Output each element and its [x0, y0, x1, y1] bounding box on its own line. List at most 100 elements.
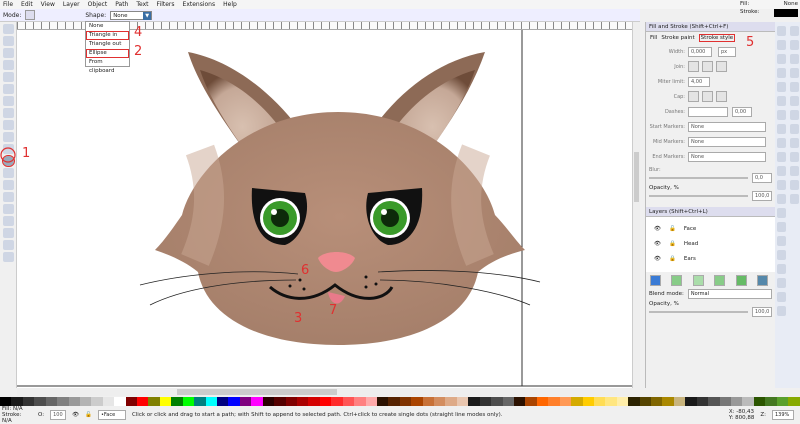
zoom-input[interactable]: 139%: [772, 409, 794, 420]
vertical-scrollbar[interactable]: [632, 22, 640, 388]
color-swatch[interactable]: [434, 397, 446, 406]
miter-input[interactable]: 4,00: [688, 76, 710, 87]
color-swatch[interactable]: [616, 397, 629, 406]
raise-layer-button[interactable]: [692, 275, 704, 286]
color-swatch[interactable]: [719, 397, 731, 406]
snap-midpoint-button[interactable]: [790, 124, 799, 134]
spray-tool[interactable]: [3, 192, 14, 202]
stroke-swatch[interactable]: [774, 9, 798, 17]
gradient-tool[interactable]: [3, 228, 14, 238]
menu-text[interactable]: Text: [136, 1, 148, 8]
spiro-mode-button[interactable]: [39, 10, 49, 20]
color-swatch[interactable]: [182, 397, 195, 406]
opacity-input[interactable]: 100,0: [752, 191, 772, 201]
zoom-selection-button[interactable]: [777, 180, 786, 190]
snap-intersections-button[interactable]: [790, 82, 799, 92]
shape-option-from-clipboard[interactable]: From clipboard: [86, 58, 129, 74]
color-swatch[interactable]: [79, 397, 92, 406]
pen-tool[interactable]: [2, 155, 15, 167]
lock-icon[interactable]: 🔒: [669, 256, 676, 262]
zoom-drawing-button[interactable]: [777, 194, 786, 204]
color-swatch[interactable]: [205, 397, 218, 406]
color-swatch[interactable]: [571, 397, 583, 406]
lock-icon[interactable]: 🔓: [85, 412, 92, 418]
color-swatch[interactable]: [628, 397, 640, 406]
menu-path[interactable]: Path: [115, 1, 128, 8]
fill-stroke-button[interactable]: [777, 264, 786, 274]
color-swatch[interactable]: [582, 397, 594, 406]
snap-cusp-button[interactable]: [790, 96, 799, 106]
width-input[interactable]: 0,000: [688, 46, 712, 57]
rect-tool[interactable]: [3, 84, 14, 94]
snap-guide-button[interactable]: [790, 194, 799, 204]
text-font-button[interactable]: [777, 278, 786, 288]
color-swatch[interactable]: [34, 397, 46, 406]
spiral-tool[interactable]: [3, 132, 14, 142]
paraxial-mode-button[interactable]: [67, 10, 77, 20]
shape-option-triangle-in[interactable]: Triangle in: [86, 31, 129, 40]
color-swatch[interactable]: [388, 397, 400, 406]
color-swatch[interactable]: [525, 397, 537, 406]
tab-stroke-paint[interactable]: Stroke paint: [661, 35, 694, 41]
color-swatch[interactable]: [742, 397, 754, 406]
lock-icon[interactable]: 🔒: [669, 241, 676, 247]
color-swatch[interactable]: [651, 397, 663, 406]
color-swatch[interactable]: [639, 397, 652, 406]
color-swatch[interactable]: [593, 397, 606, 406]
status-opacity-input[interactable]: 100: [50, 409, 67, 420]
color-swatch[interactable]: [662, 397, 674, 406]
menu-filters[interactable]: Filters: [157, 1, 175, 8]
color-swatch[interactable]: [468, 397, 480, 406]
end-markers-select[interactable]: None: [688, 151, 766, 162]
color-swatch[interactable]: [217, 397, 229, 406]
eye-icon[interactable]: 👁: [72, 412, 79, 418]
color-swatch[interactable]: [251, 397, 263, 406]
snap-grid-button[interactable]: [790, 180, 799, 190]
color-swatch[interactable]: [753, 397, 766, 406]
color-swatch[interactable]: [159, 397, 172, 406]
color-swatch[interactable]: [788, 397, 800, 406]
bucket-tool[interactable]: [3, 216, 14, 226]
layer-opacity-slider[interactable]: [649, 311, 748, 313]
lower-to-bottom-button[interactable]: [735, 275, 747, 286]
horizontal-scrollbar[interactable]: [17, 388, 640, 396]
eraser-tool[interactable]: [3, 204, 14, 214]
color-swatch[interactable]: [274, 397, 286, 406]
color-swatch[interactable]: [548, 397, 560, 406]
raise-to-top-button[interactable]: [671, 275, 683, 286]
color-swatch[interactable]: [411, 397, 423, 406]
color-swatch[interactable]: [148, 397, 160, 406]
color-swatch[interactable]: [422, 397, 435, 406]
measure-tool[interactable]: [3, 72, 14, 82]
color-swatch[interactable]: [456, 397, 469, 406]
redo-button[interactable]: [777, 124, 786, 134]
color-swatch[interactable]: [262, 397, 275, 406]
shape-option-ellipse[interactable]: Ellipse: [86, 49, 129, 58]
polyline-mode-button[interactable]: [53, 10, 63, 20]
shape-option-none[interactable]: None: [86, 22, 129, 31]
snap-center-button[interactable]: [790, 138, 799, 148]
opacity-slider[interactable]: [649, 195, 748, 197]
shape-option-triangle-out[interactable]: Triangle out: [86, 40, 129, 49]
color-swatch[interactable]: [673, 397, 686, 406]
save-button[interactable]: [777, 54, 786, 64]
group-button[interactable]: [777, 236, 786, 246]
delete-layer-button[interactable]: [756, 275, 768, 286]
color-swatch[interactable]: [776, 397, 789, 406]
color-swatch[interactable]: [308, 397, 320, 406]
cap-square-button[interactable]: [716, 91, 727, 102]
export-button[interactable]: [777, 96, 786, 106]
shape-select[interactable]: None ▼: [110, 10, 153, 20]
open-button[interactable]: [777, 40, 786, 50]
color-swatch[interactable]: [605, 397, 617, 406]
current-layer-select[interactable]: •Face: [97, 409, 126, 420]
color-swatch[interactable]: [376, 397, 389, 406]
color-swatch[interactable]: [319, 397, 332, 406]
snap-bbox-button[interactable]: [790, 40, 799, 50]
color-swatch[interactable]: [114, 397, 126, 406]
color-swatch[interactable]: [125, 397, 138, 406]
layer-row[interactable]: 👁 🔓 Face: [646, 221, 775, 236]
snap-page-button[interactable]: [790, 166, 799, 176]
pencil-tool[interactable]: [3, 144, 14, 154]
blend-mode-select[interactable]: Normal: [687, 289, 772, 299]
